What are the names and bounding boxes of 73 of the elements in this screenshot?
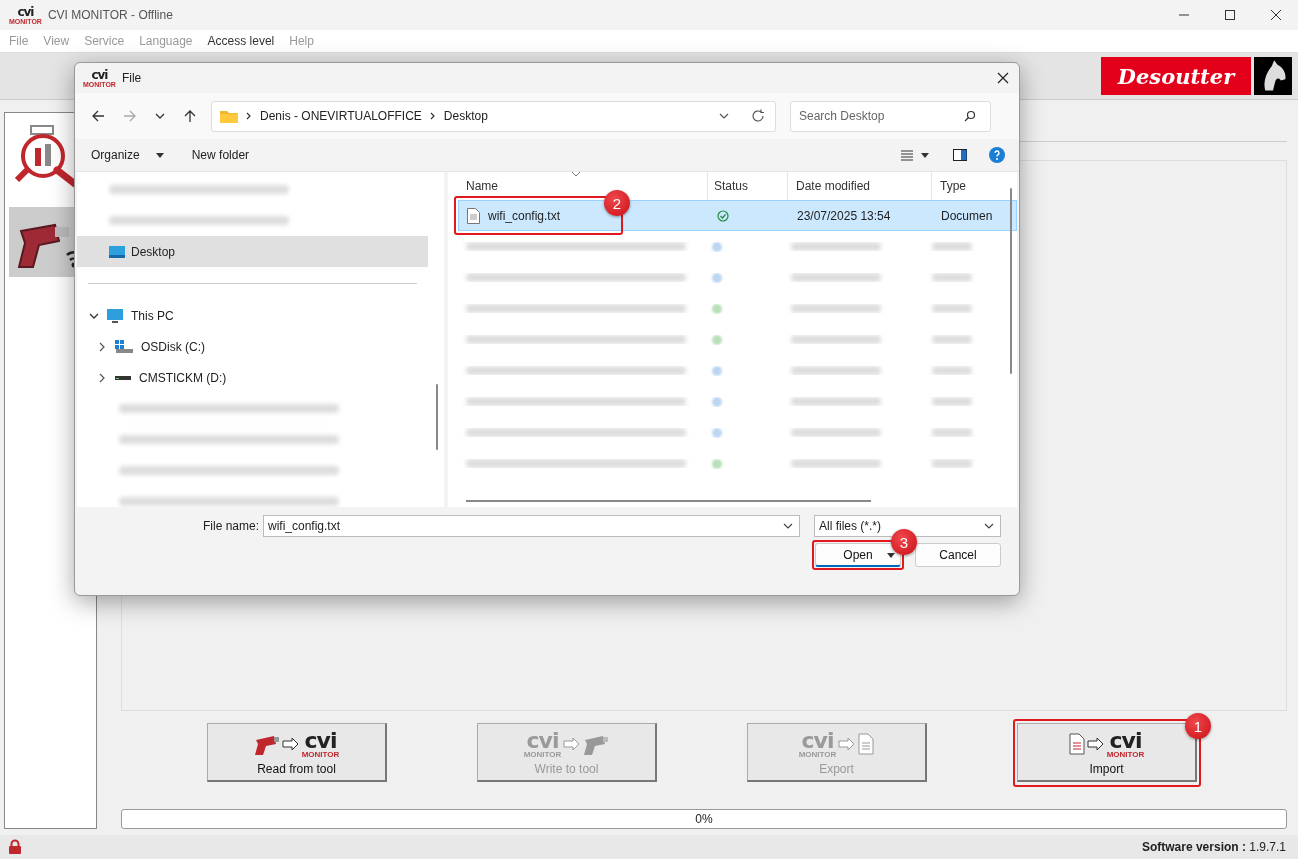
caret-icon bbox=[155, 152, 164, 158]
nav-item[interactable]: CMSTICKM (D:) bbox=[77, 362, 444, 393]
callout-badge: 1 bbox=[1185, 713, 1211, 739]
arrow-icon bbox=[838, 737, 857, 751]
open-button[interactable]: Open bbox=[815, 543, 901, 567]
file-name-field[interactable]: wifi_config.txt bbox=[263, 515, 800, 537]
file-type: Documen bbox=[940, 208, 993, 223]
arrow-icon bbox=[1086, 737, 1105, 751]
drive-icon bbox=[115, 375, 131, 380]
document-icon bbox=[1068, 733, 1085, 755]
brand-logo: Desoutter bbox=[1101, 57, 1292, 95]
action-button[interactable]: cvi MONITOR Read from tool bbox=[207, 723, 387, 782]
expand-chevron-icon[interactable] bbox=[97, 341, 107, 352]
help-icon[interactable] bbox=[989, 147, 1005, 163]
address-bar[interactable]: Denis - ONEVIRTUALOFFICE Desktop bbox=[211, 100, 776, 132]
dialog-title: File bbox=[121, 71, 142, 85]
blurred-entry bbox=[932, 397, 973, 406]
recent-dropdown-icon[interactable] bbox=[155, 111, 165, 121]
blurred-entry bbox=[932, 366, 973, 375]
desktop-icon bbox=[109, 245, 125, 258]
blurred-entry bbox=[932, 459, 973, 468]
up-icon[interactable] bbox=[183, 109, 197, 123]
drive-icon bbox=[115, 339, 133, 354]
back-icon[interactable] bbox=[91, 109, 105, 123]
search-field[interactable]: Search Desktop bbox=[790, 100, 991, 132]
breadcrumb[interactable]: Denis - ONEVIRTUALOFFICE bbox=[260, 109, 422, 123]
blurred-entry bbox=[932, 335, 973, 344]
progress-text: 0% bbox=[695, 812, 713, 826]
arrow-icon bbox=[281, 737, 300, 751]
new-folder-button[interactable]: New folder bbox=[183, 146, 258, 164]
blurred-entry bbox=[932, 273, 973, 282]
nav-item[interactable]: OSDisk (C:) bbox=[77, 331, 444, 362]
blurred-entry bbox=[932, 428, 973, 437]
cancel-button[interactable]: Cancel bbox=[915, 543, 1001, 567]
text-file-icon bbox=[467, 207, 480, 224]
split-arrow-icon[interactable] bbox=[887, 553, 895, 558]
chevron-icon bbox=[429, 112, 436, 120]
view-options-icon[interactable] bbox=[901, 149, 931, 161]
window-title: CVI MONITOR - Offline bbox=[47, 8, 173, 22]
refresh-icon[interactable] bbox=[751, 109, 765, 123]
cvi-logo: cvi MONITOR bbox=[798, 729, 837, 759]
close-icon[interactable] bbox=[1270, 9, 1282, 21]
cvi-logo: cvi MONITOR bbox=[523, 729, 562, 759]
nav-item[interactable]: This PC bbox=[77, 300, 444, 331]
folder-icon bbox=[220, 109, 238, 123]
column-header[interactable]: Type bbox=[932, 172, 1012, 200]
sort-icon bbox=[572, 172, 580, 177]
file-type-select[interactable]: All files (*.*) bbox=[814, 515, 1001, 537]
chevron-icon bbox=[246, 112, 252, 120]
organize-menu[interactable]: Organize bbox=[83, 146, 172, 164]
nav-item[interactable]: Desktop bbox=[77, 236, 428, 267]
software-version: Software version : 1.9.7.1 bbox=[1141, 840, 1286, 854]
callout-badge: 2 bbox=[604, 190, 630, 216]
breadcrumb[interactable]: Desktop bbox=[443, 109, 488, 123]
dropdown-icon bbox=[984, 521, 994, 531]
maximize-icon[interactable] bbox=[1224, 9, 1236, 21]
search-icon bbox=[964, 110, 976, 122]
file-name-label: File name: bbox=[202, 519, 259, 533]
cvi-logo: cvi MONITOR bbox=[1106, 729, 1145, 759]
blurred-entry bbox=[932, 242, 973, 251]
document-icon bbox=[858, 733, 875, 755]
preview-pane-icon[interactable] bbox=[953, 149, 967, 161]
monitor-icon bbox=[107, 308, 123, 323]
cvi-logo: cvi MONITOR bbox=[301, 729, 340, 759]
close-icon[interactable] bbox=[997, 72, 1009, 84]
dropdown-icon bbox=[783, 521, 793, 531]
date-modified: 23/07/2025 13:54 bbox=[796, 208, 892, 223]
arrow-icon bbox=[563, 737, 582, 751]
dropdown-icon[interactable] bbox=[719, 111, 729, 121]
blurred-entry bbox=[932, 304, 973, 313]
expand-chevron-icon[interactable] bbox=[97, 372, 107, 383]
menu-item[interactable]: Access level bbox=[207, 34, 275, 48]
file-name: wifi_config.txt bbox=[488, 208, 561, 223]
